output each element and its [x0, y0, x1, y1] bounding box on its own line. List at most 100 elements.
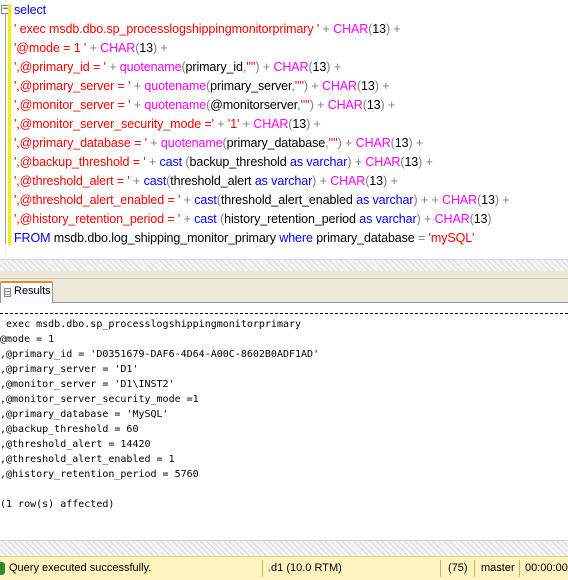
result-line: ,@threshold_alert = 14420 — [0, 439, 151, 450]
code-line[interactable]: ',@backup_threshold = ' + cast (backup_t… — [14, 153, 433, 172]
query-editor[interactable]: − select ' exec msdb.dbo.sp_processlogshi… — [0, 0, 568, 259]
results-grid-icon — [4, 288, 11, 297]
code-token: as varchar — [356, 193, 414, 207]
code-token: CHAR — [100, 41, 136, 55]
code-token: quotename — [119, 60, 182, 74]
code-token: CHAR — [333, 22, 369, 36]
code-line[interactable]: ',@monitor_server = ' + quotename(@monit… — [14, 96, 395, 115]
code-token: '''' — [328, 136, 338, 150]
code-line[interactable]: ',@primary_database = ' + quotename(prim… — [14, 134, 423, 153]
code-line[interactable]: ',@primary_server = ' + quotename(primar… — [14, 77, 390, 96]
code-token: ',@primary_id = ' — [14, 60, 106, 74]
code-token: ) + — [303, 79, 322, 93]
status-divider — [474, 560, 475, 577]
code-token: ) + — [337, 136, 356, 150]
code-token: + — [239, 117, 254, 131]
code-token: '@mode = 1 ' — [14, 41, 87, 55]
code-line[interactable]: ',@threshold_alert = ' + cast(threshold_… — [14, 172, 398, 191]
tab-results[interactable]: Results — [0, 281, 53, 303]
results-pane[interactable]: exec msdb.dbo.sp_processlogshippingmonit… — [0, 304, 568, 540]
code-token: + — [146, 136, 161, 150]
result-line: ,@backup_threshold = 60 — [0, 424, 139, 435]
result-line: ,@primary_database = 'MySQL' — [0, 409, 169, 420]
code-token: 13 — [361, 79, 375, 93]
code-token: 13 — [372, 22, 386, 36]
code-token: CHAR — [355, 136, 391, 150]
code-token: 13 — [473, 212, 488, 226]
code-token: ' exec msdb.dbo.sp_processlogshippingmon… — [14, 22, 320, 36]
code-token: 13 — [292, 117, 307, 131]
code-token: ) + — [326, 60, 341, 74]
code-token: ) + — [380, 98, 396, 112]
success-icon — [0, 562, 5, 575]
result-line: ,@primary_id = 'D0351679-DAF6-4D64-A00C-… — [0, 349, 320, 360]
code-line[interactable]: ',@history_retention_period = ' + cast (… — [14, 210, 492, 229]
code-token: ( — [216, 212, 225, 226]
code-token: select — [14, 3, 47, 17]
code-token: 13 — [312, 60, 327, 74]
results-horizontal-scroll-area[interactable] — [0, 540, 568, 556]
code-line[interactable]: ',@threshold_alert_enabled = ' + cast(th… — [14, 191, 510, 210]
code-token: ) + — [312, 174, 331, 188]
outline-guide — [5, 14, 6, 244]
code-token: ) + + — [413, 193, 443, 207]
code-token: quotename — [144, 98, 207, 112]
editor-horizontal-scroll-area[interactable] — [0, 259, 568, 271]
code-token: ) + — [418, 155, 433, 169]
result-line: ,@monitor_server = 'D1\INST2' — [0, 379, 175, 390]
code-token: ) + — [374, 79, 390, 93]
code-token: 13 — [139, 41, 153, 55]
code-token: history_retention_period — [224, 212, 360, 226]
code-token: 13 — [404, 155, 419, 169]
code-token: ) + — [408, 136, 424, 150]
code-token: cast — [194, 193, 217, 207]
code-token: CHAR — [365, 155, 401, 169]
code-token: ) + — [306, 117, 321, 131]
code-token: CHAR — [442, 193, 478, 207]
code-token: ',@monitor_server = ' — [14, 98, 131, 112]
results-tab-strip: Results — [0, 279, 568, 303]
result-line: ,@history_retention_period = 5760 — [0, 469, 199, 480]
code-token: ) + — [255, 60, 274, 74]
code-token: CHAR — [330, 174, 366, 188]
result-line: ,@monitor_server_security_mode =1 — [0, 394, 199, 405]
code-token: ',@primary_server = ' — [14, 79, 131, 93]
code-line[interactable]: FROM msdb.dbo.log_shipping_monitor_prima… — [14, 229, 474, 248]
code-token: 13 — [366, 98, 381, 112]
code-token: ) + — [494, 193, 510, 207]
code-token: + — [129, 174, 144, 188]
status-message: Query executed successfully. — [9, 562, 152, 574]
code-line[interactable]: ' exec msdb.dbo.sp_processlogshippingmon… — [14, 20, 401, 39]
code-token: CHAR — [253, 117, 289, 131]
status-divider — [440, 560, 441, 577]
code-token: ',@threshold_alert = ' — [14, 174, 130, 188]
code-token: + — [213, 117, 228, 131]
code-token: ',@primary_database = ' — [14, 136, 147, 150]
code-line[interactable]: ',@primary_id = ' + quotename(primary_id… — [14, 58, 341, 77]
code-token: ) + — [309, 98, 328, 112]
code-token: + — [130, 79, 145, 93]
status-bar: Query executed successfully. .d1 (10.0 R… — [0, 556, 568, 580]
code-token: ) — [487, 212, 492, 226]
code-token: quotename — [160, 136, 223, 150]
code-line[interactable]: ',@monitor_server_security_mode =' + '1'… — [14, 115, 321, 134]
code-token: ',@threshold_alert_enabled = ' — [14, 193, 181, 207]
code-token: primary_database — [226, 136, 326, 150]
code-token: @monitorserver — [210, 98, 298, 112]
code-token: ) + — [347, 155, 366, 169]
tab-results-label: Results — [14, 285, 51, 297]
result-line: ,@primary_server = 'D1' — [0, 364, 139, 375]
pane-splitter[interactable] — [0, 271, 568, 279]
code-token: ',@backup_threshold = ' — [14, 155, 146, 169]
code-token: + — [86, 41, 101, 55]
code-token: as varchar — [289, 155, 348, 169]
status-divider — [262, 560, 263, 577]
results-separator — [0, 313, 568, 314]
result-line: ,@threshold_alert_enabled = 1 — [0, 454, 175, 465]
code-line[interactable]: '@mode = 1 ' + CHAR(13) + — [14, 39, 168, 58]
code-token: ) + — [152, 41, 168, 55]
result-line: exec msdb.dbo.sp_processlogshippingmonit… — [0, 319, 302, 330]
code-line[interactable]: select — [14, 1, 46, 20]
code-token: cast — [159, 155, 183, 169]
code-token: 13 — [481, 193, 495, 207]
